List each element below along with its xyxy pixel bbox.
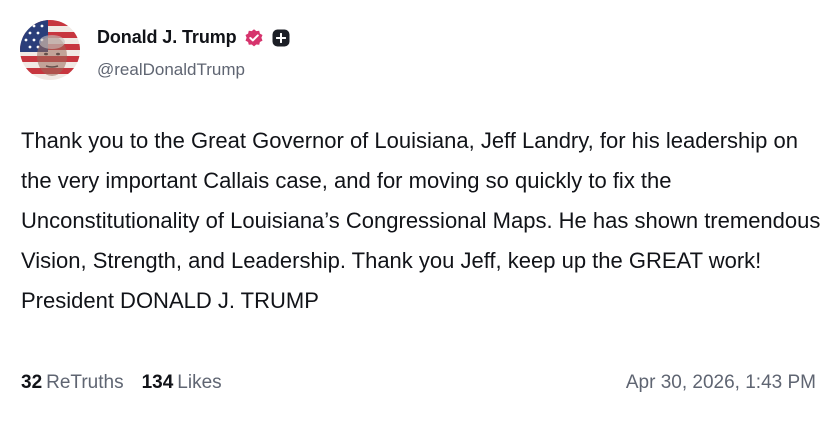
retruths-stat[interactable]: 32 ReTruths: [21, 372, 124, 394]
likes-stat[interactable]: 134 Likes: [142, 372, 222, 394]
post-body-text: Thank you to the Great Governor of Louis…: [21, 128, 821, 313]
retruths-label: ReTruths: [46, 372, 124, 393]
author-avatar[interactable]: [20, 20, 80, 80]
post-footer: 32 ReTruths 134 Likes Apr 30, 2026, 1:43 P…: [21, 372, 816, 394]
author-handle[interactable]: @realDonaldTrump: [97, 60, 245, 80]
author-name-row: Donald J. Trump: [97, 27, 291, 48]
retruths-count: 32: [21, 372, 43, 393]
author-display-name[interactable]: Donald J. Trump: [97, 27, 237, 48]
likes-count: 134: [141, 372, 174, 393]
avatar-flag-icon: [20, 20, 80, 80]
plus-badge-icon: [271, 28, 291, 48]
truth-post-card: Donald J. Trump @realDonaldTrump Thank y…: [0, 0, 840, 429]
post-timestamp[interactable]: Apr 30, 2026, 1:43 PM: [626, 372, 816, 394]
verified-badge-icon: [244, 28, 264, 48]
likes-label: Likes: [177, 372, 222, 393]
